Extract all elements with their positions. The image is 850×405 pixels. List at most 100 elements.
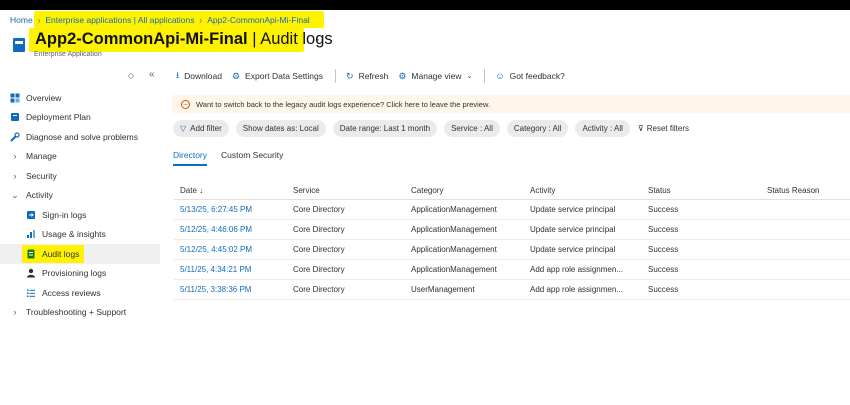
column-header-service[interactable]: Service <box>293 186 411 195</box>
category-filter[interactable]: Category : All <box>506 120 569 137</box>
sidebar-item-diagnose[interactable]: Diagnose and solve problems <box>0 127 160 147</box>
overview-icon <box>10 93 20 103</box>
breadcrumb-home[interactable]: Home <box>10 15 33 25</box>
table-row[interactable]: 5/11/25, 4:34:21 PM Core Directory Appli… <box>174 260 850 280</box>
sidebar-item-troubleshooting[interactable]: › Troubleshooting + Support <box>0 303 160 323</box>
column-header-category[interactable]: Category <box>411 186 530 195</box>
more-options-icon[interactable]: ··· <box>312 32 324 46</box>
sidebar-item-security[interactable]: › Security <box>0 166 160 186</box>
chevron-down-icon: ⌄ <box>466 73 473 80</box>
sidebar-item-label: Diagnose and solve problems <box>26 131 138 142</box>
cell-activity: Update service principal <box>530 205 616 214</box>
tab-bar: Directory Custom Security <box>173 150 297 166</box>
wrench-icon <box>10 132 20 142</box>
show-dates-filter[interactable]: Show dates as: Local <box>235 120 326 137</box>
table-row[interactable]: 5/12/25, 4:45:02 PM Core Directory Appli… <box>174 240 850 260</box>
reset-filter-icon: ⊽ <box>637 124 644 133</box>
app-name: App2-CommonApi-Mi-Final <box>35 30 248 48</box>
warning-icon: – <box>181 99 190 109</box>
service-filter[interactable]: Service : All <box>444 120 500 137</box>
sidebar-item-label: Audit logs <box>42 248 80 259</box>
sidebar-item-audit-logs[interactable]: Audit logs <box>0 244 160 264</box>
sidebar-item-activity[interactable]: ⌄ Activity <box>0 186 160 206</box>
sidebar-item-label: Sign-in logs <box>42 209 87 220</box>
sidebar-item-label: Security <box>26 170 57 181</box>
cell-status: Success <box>648 225 679 234</box>
sidebar-item-label: Access reviews <box>42 287 101 298</box>
feedback-label: Got feedback? <box>509 71 565 81</box>
sidebar-item-manage[interactable]: › Manage <box>0 147 160 167</box>
cell-service: Core Directory <box>293 205 345 214</box>
top-bar <box>0 0 850 10</box>
reset-filters-button[interactable]: ⊽ Reset filters <box>638 124 689 133</box>
activity-filter[interactable]: Activity : All <box>575 120 630 137</box>
filter-bar: ▽ Add filter Show dates as: Local Date r… <box>173 120 689 137</box>
sidebar-item-label: Manage <box>26 151 57 162</box>
export-data-settings-button[interactable]: ⚙ Export Data Settings <box>232 71 323 82</box>
tab-directory[interactable]: Directory <box>173 150 208 166</box>
audit-log-icon <box>26 249 36 259</box>
cell-service: Core Directory <box>293 265 345 274</box>
sidebar-settings-icon[interactable]: ◇ <box>128 71 134 80</box>
sidebar-item-label: Overview <box>26 92 62 103</box>
sidebar-item-usage-insights[interactable]: Usage & insights <box>0 225 160 245</box>
sidebar-item-label: Provisioning logs <box>42 268 107 279</box>
breadcrumb-enterprise-applications[interactable]: Enterprise applications | All applicatio… <box>45 15 194 25</box>
feedback-button[interactable]: ☺ Got feedback? <box>495 71 565 81</box>
gear-icon: ⚙ <box>398 70 407 81</box>
add-filter-button[interactable]: ▽ Add filter <box>173 120 229 137</box>
page-title: App2-CommonApi-Mi-Final | Audit logs <box>35 30 333 49</box>
command-bar: ⭳ Download ⚙ Export Data Settings ↻ Refr… <box>176 68 575 84</box>
manage-view-button[interactable]: ⚙ Manage view ⌄ <box>398 71 472 82</box>
cell-service: Core Directory <box>293 245 345 254</box>
date-range-filter[interactable]: Date range: Last 1 month <box>332 120 438 137</box>
table-header: Date ↓ Service Category Activity Status … <box>174 182 850 200</box>
collapse-sidebar-icon[interactable]: « <box>149 69 155 80</box>
chevron-right-icon: › <box>199 15 203 25</box>
table-row[interactable]: 5/12/25, 4:46:06 PM Core Directory Appli… <box>174 220 850 240</box>
cell-date[interactable]: 5/11/25, 4:34:21 PM <box>174 265 293 274</box>
cell-category: ApplicationManagement <box>411 205 497 214</box>
download-label: Download <box>184 71 222 81</box>
sidebar-item-sign-in-logs[interactable]: Sign-in logs <box>0 205 160 225</box>
column-header-status-reason[interactable]: Status Reason <box>767 186 850 195</box>
sidebar-item-label: Usage & insights <box>42 229 106 240</box>
sidebar-item-label: Troubleshooting + Support <box>26 307 127 318</box>
table-row[interactable]: 5/11/25, 3:38:36 PM Core Directory UserM… <box>174 280 850 300</box>
refresh-button[interactable]: ↻ Refresh <box>346 71 388 82</box>
cell-category: ApplicationManagement <box>411 225 497 234</box>
table-row[interactable]: 5/13/25, 6:27:45 PM Core Directory Appli… <box>174 200 850 220</box>
person-icon <box>26 268 36 278</box>
breadcrumb-app[interactable]: App2-CommonApi-Mi-Final <box>207 15 310 25</box>
sidebar: Overview Deployment Plan Diagnose and so… <box>0 88 160 322</box>
download-button[interactable]: ⭳ Download <box>176 68 222 84</box>
cell-status: Success <box>648 285 679 294</box>
cell-service: Core Directory <box>293 225 345 234</box>
download-icon: ⭳ <box>176 70 180 80</box>
cell-date[interactable]: 5/11/25, 3:38:36 PM <box>174 285 293 294</box>
cell-activity: Update service principal <box>530 225 616 234</box>
sidebar-item-label: Deployment Plan <box>26 112 91 123</box>
breadcrumb: Home › Enterprise applications | All app… <box>10 14 310 26</box>
cell-date[interactable]: 5/13/25, 6:27:45 PM <box>174 205 293 214</box>
cell-status: Success <box>648 245 679 254</box>
column-header-activity[interactable]: Activity <box>530 186 648 195</box>
cell-category: UserManagement <box>411 285 475 294</box>
sidebar-item-provisioning-logs[interactable]: Provisioning logs <box>0 264 160 284</box>
toolbar-divider <box>335 69 337 83</box>
sidebar-item-deployment-plan[interactable]: Deployment Plan <box>0 108 160 128</box>
refresh-label: Refresh <box>358 71 389 81</box>
gear-icon: ⚙ <box>231 70 241 81</box>
tab-custom-security[interactable]: Custom Security <box>221 150 283 166</box>
cell-date[interactable]: 5/12/25, 4:46:06 PM <box>174 225 293 234</box>
cell-category: ApplicationManagement <box>411 265 497 274</box>
sidebar-item-access-reviews[interactable]: Access reviews <box>0 283 160 303</box>
chart-icon <box>26 229 36 239</box>
preview-banner[interactable]: – Want to switch back to the legacy audi… <box>172 95 850 113</box>
page-subtitle: Enterprise Application <box>34 51 102 58</box>
column-header-status[interactable]: Status <box>648 186 767 195</box>
refresh-icon: ↻ <box>346 70 354 81</box>
sidebar-item-overview[interactable]: Overview <box>0 88 160 108</box>
cell-date[interactable]: 5/12/25, 4:45:02 PM <box>174 245 293 254</box>
column-header-date[interactable]: Date ↓ <box>174 186 293 195</box>
